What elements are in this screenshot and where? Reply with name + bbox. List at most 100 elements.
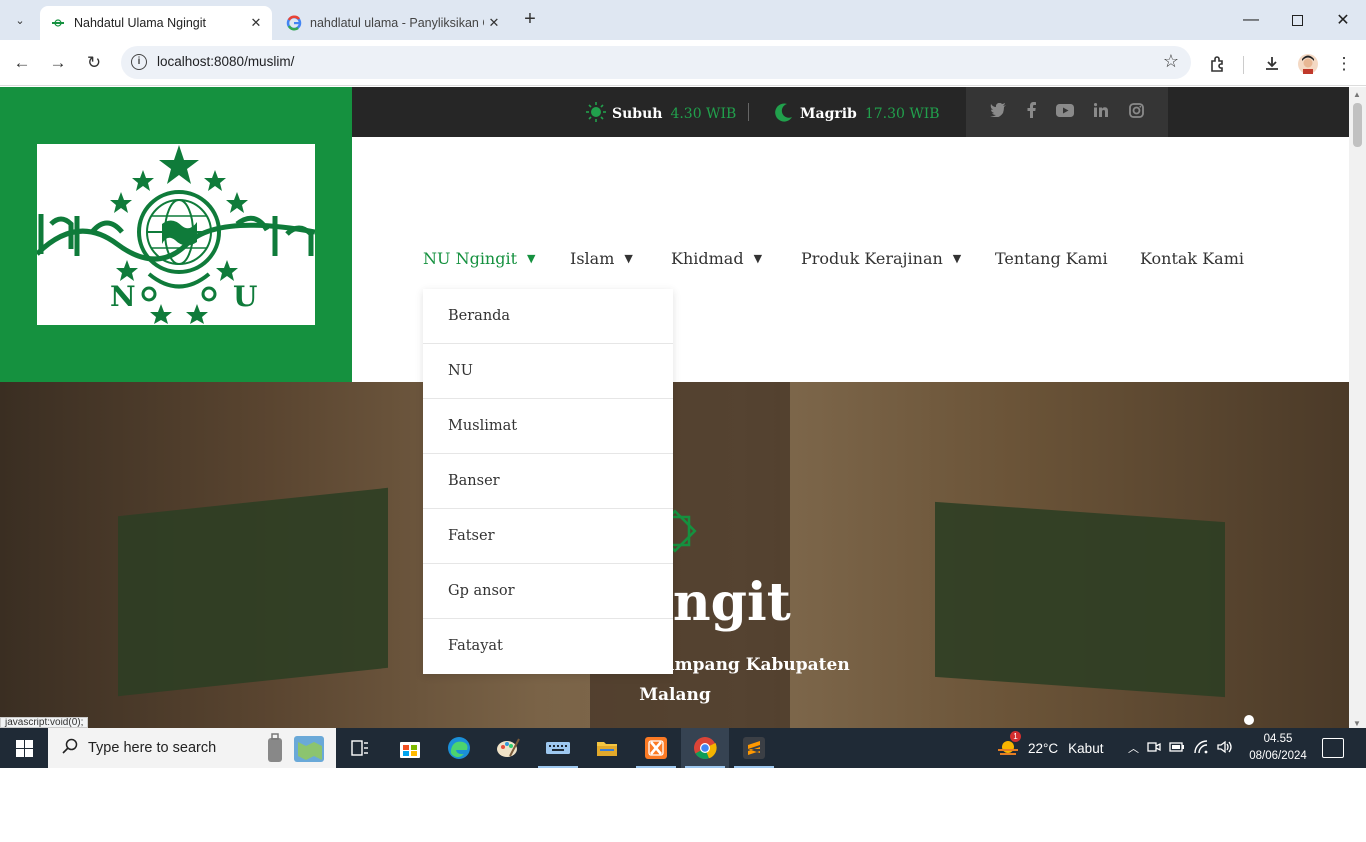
url-text[interactable]: localhost:8080/muslim/ [157, 54, 294, 69]
nu-favicon-icon [50, 15, 66, 31]
toolbar-divider [1243, 56, 1244, 74]
taskbar-clock[interactable]: 04.55 08/06/2024 [1244, 731, 1312, 765]
close-window-icon[interactable]: ✕ [1320, 0, 1366, 40]
dropdown-item-nu[interactable]: NU [423, 344, 673, 399]
nav-label: Tentang Kami [995, 249, 1108, 268]
scroll-down-icon[interactable]: ▼ [1353, 719, 1361, 728]
profile-avatar[interactable] [1296, 52, 1320, 76]
weather-badge: 1 [1010, 730, 1021, 742]
bookmark-star-icon[interactable]: ☆ [1163, 51, 1179, 72]
linkedin-icon[interactable] [1094, 103, 1109, 121]
site-info-icon[interactable]: i [131, 54, 147, 70]
dropdown-item-gp-ansor[interactable]: Gp ansor [423, 564, 673, 619]
browser-menu-icon[interactable]: ⋮ [1332, 52, 1356, 76]
dropdown-item-fatser[interactable]: Fatser [423, 509, 673, 564]
web-page: N U Subuh 4.30 WIB Magrib 17.30 WIB NU N… [0, 87, 1349, 728]
scrollbar-thumb[interactable] [1353, 103, 1362, 147]
new-tab-button[interactable]: + [518, 8, 542, 32]
windows-taskbar: Type here to search 1 22°C Kabut ︿ 04.55… [0, 728, 1366, 768]
paint-icon[interactable] [484, 728, 532, 768]
file-explorer-icon[interactable] [583, 728, 631, 768]
slider-dot[interactable] [1244, 715, 1254, 725]
nav-item-kontak-kami[interactable]: Kontak Kami [1140, 249, 1244, 268]
nav-item-tentang-kami[interactable]: Tentang Kami [995, 249, 1108, 268]
nav-label: NU Ngingit [423, 249, 518, 268]
nu-logo[interactable]: N U [35, 144, 316, 325]
youtube-icon[interactable] [1055, 103, 1074, 121]
top-info-bar: Subuh 4.30 WIB Magrib 17.30 WIB [352, 87, 1349, 137]
dropdown-item-fatayat[interactable]: Fatayat [423, 619, 673, 674]
chrome-icon[interactable] [681, 728, 729, 768]
clock-date: 08/06/2024 [1249, 750, 1307, 762]
tab-active[interactable]: Nahdatul Ulama Ngingit ✕ [40, 6, 272, 40]
notification-center-icon[interactable] [1322, 738, 1344, 758]
close-tab-icon[interactable]: ✕ [484, 15, 504, 31]
prayer-name: Subuh [612, 106, 663, 122]
meet-now-icon[interactable] [1147, 740, 1161, 757]
nav-label: Kontak Kami [1140, 249, 1244, 268]
prayer-time: 17.30 WIB [864, 106, 940, 122]
sublime-text-icon[interactable] [730, 728, 778, 768]
windows-start-icon[interactable] [0, 728, 48, 768]
tab-google[interactable]: nahdlatul ulama - Panyliksikan Google ✕ [276, 6, 510, 40]
moon-icon [774, 102, 794, 126]
dropdown-item-muslimat[interactable]: Muslimat [423, 399, 673, 454]
weather-desc: Kabut [1068, 740, 1104, 756]
social-links [966, 87, 1168, 137]
weather-fog-icon: 1 [996, 730, 1021, 760]
weather-temp: 22°C [1028, 740, 1059, 756]
logo-letter-n: N [110, 280, 136, 313]
task-view-icon[interactable] [336, 728, 384, 768]
twitter-icon[interactable] [990, 102, 1007, 121]
chevron-up-icon[interactable]: ︿ [1128, 740, 1139, 756]
nu-ngingit-dropdown: Beranda NU Muslimat Banser Fatser Gp ans… [423, 289, 673, 674]
page-scrollbar[interactable]: ▲ ▼ [1349, 87, 1366, 728]
wifi-icon[interactable] [1193, 739, 1209, 757]
hero-slider: Ngingit Be Ngingit Kec Tumpang Kabupaten… [0, 382, 1349, 728]
scroll-up-icon[interactable]: ▲ [1353, 90, 1361, 99]
search-highlight-icon [264, 732, 328, 769]
prayer-divider [748, 103, 749, 121]
tab-search-button[interactable]: ⌄ [8, 8, 32, 32]
dropdown-item-beranda[interactable]: Beranda [423, 289, 673, 344]
search-icon [62, 738, 78, 758]
nav-item-khidmad[interactable]: Khidmad ▼ [671, 249, 762, 268]
minimize-icon[interactable]: — [1228, 0, 1274, 40]
maximize-icon[interactable] [1274, 0, 1320, 40]
hero-subtitle-line: Malang [639, 685, 711, 705]
nav-label: Khidmad [671, 249, 744, 268]
nav-item-islam[interactable]: Islam ▼ [570, 249, 633, 268]
reload-icon[interactable]: ↻ [79, 48, 109, 78]
instagram-icon[interactable] [1128, 102, 1144, 122]
logo-letter-u: U [233, 280, 257, 313]
extensions-icon[interactable] [1206, 52, 1230, 76]
nav-label: Islam [570, 249, 615, 268]
xampp-icon[interactable] [632, 728, 680, 768]
status-url-bubble: javascript:void(0); [0, 717, 89, 728]
flag-left-image [118, 487, 388, 697]
chevron-down-icon: ▼ [952, 252, 962, 265]
chevron-down-icon: ▼ [624, 252, 633, 265]
keyboard-app-icon[interactable] [534, 728, 582, 768]
clock-time: 04.55 [1263, 733, 1293, 745]
download-icon[interactable] [1260, 52, 1284, 76]
forward-arrow-icon[interactable]: → [43, 48, 73, 78]
nav-item-produk-kerajinan[interactable]: Produk Kerajinan ▼ [801, 249, 961, 268]
dropdown-item-banser[interactable]: Banser [423, 454, 673, 509]
chevron-down-icon: ▼ [527, 252, 536, 265]
prayer-time-magrib: Magrib 17.30 WIB [774, 102, 940, 126]
weather-widget[interactable]: 1 22°C Kabut [996, 728, 1103, 768]
microsoft-store-icon[interactable] [386, 728, 434, 768]
edge-icon[interactable] [435, 728, 483, 768]
prayer-name: Magrib [800, 106, 857, 122]
volume-icon[interactable] [1217, 740, 1233, 757]
address-bar[interactable]: i localhost:8080/muslim/ ☆ [121, 46, 1191, 79]
close-tab-icon[interactable]: ✕ [246, 15, 266, 31]
back-arrow-icon[interactable]: ← [7, 48, 37, 78]
facebook-icon[interactable] [1027, 102, 1036, 122]
prayer-time: 4.30 WIB [670, 106, 737, 122]
battery-icon[interactable] [1169, 741, 1185, 756]
prayer-time-subuh: Subuh 4.30 WIB [586, 102, 736, 126]
nav-item-nu-ngingit[interactable]: NU Ngingit ▼ [423, 249, 536, 268]
taskbar-search-box[interactable]: Type here to search [48, 728, 336, 768]
